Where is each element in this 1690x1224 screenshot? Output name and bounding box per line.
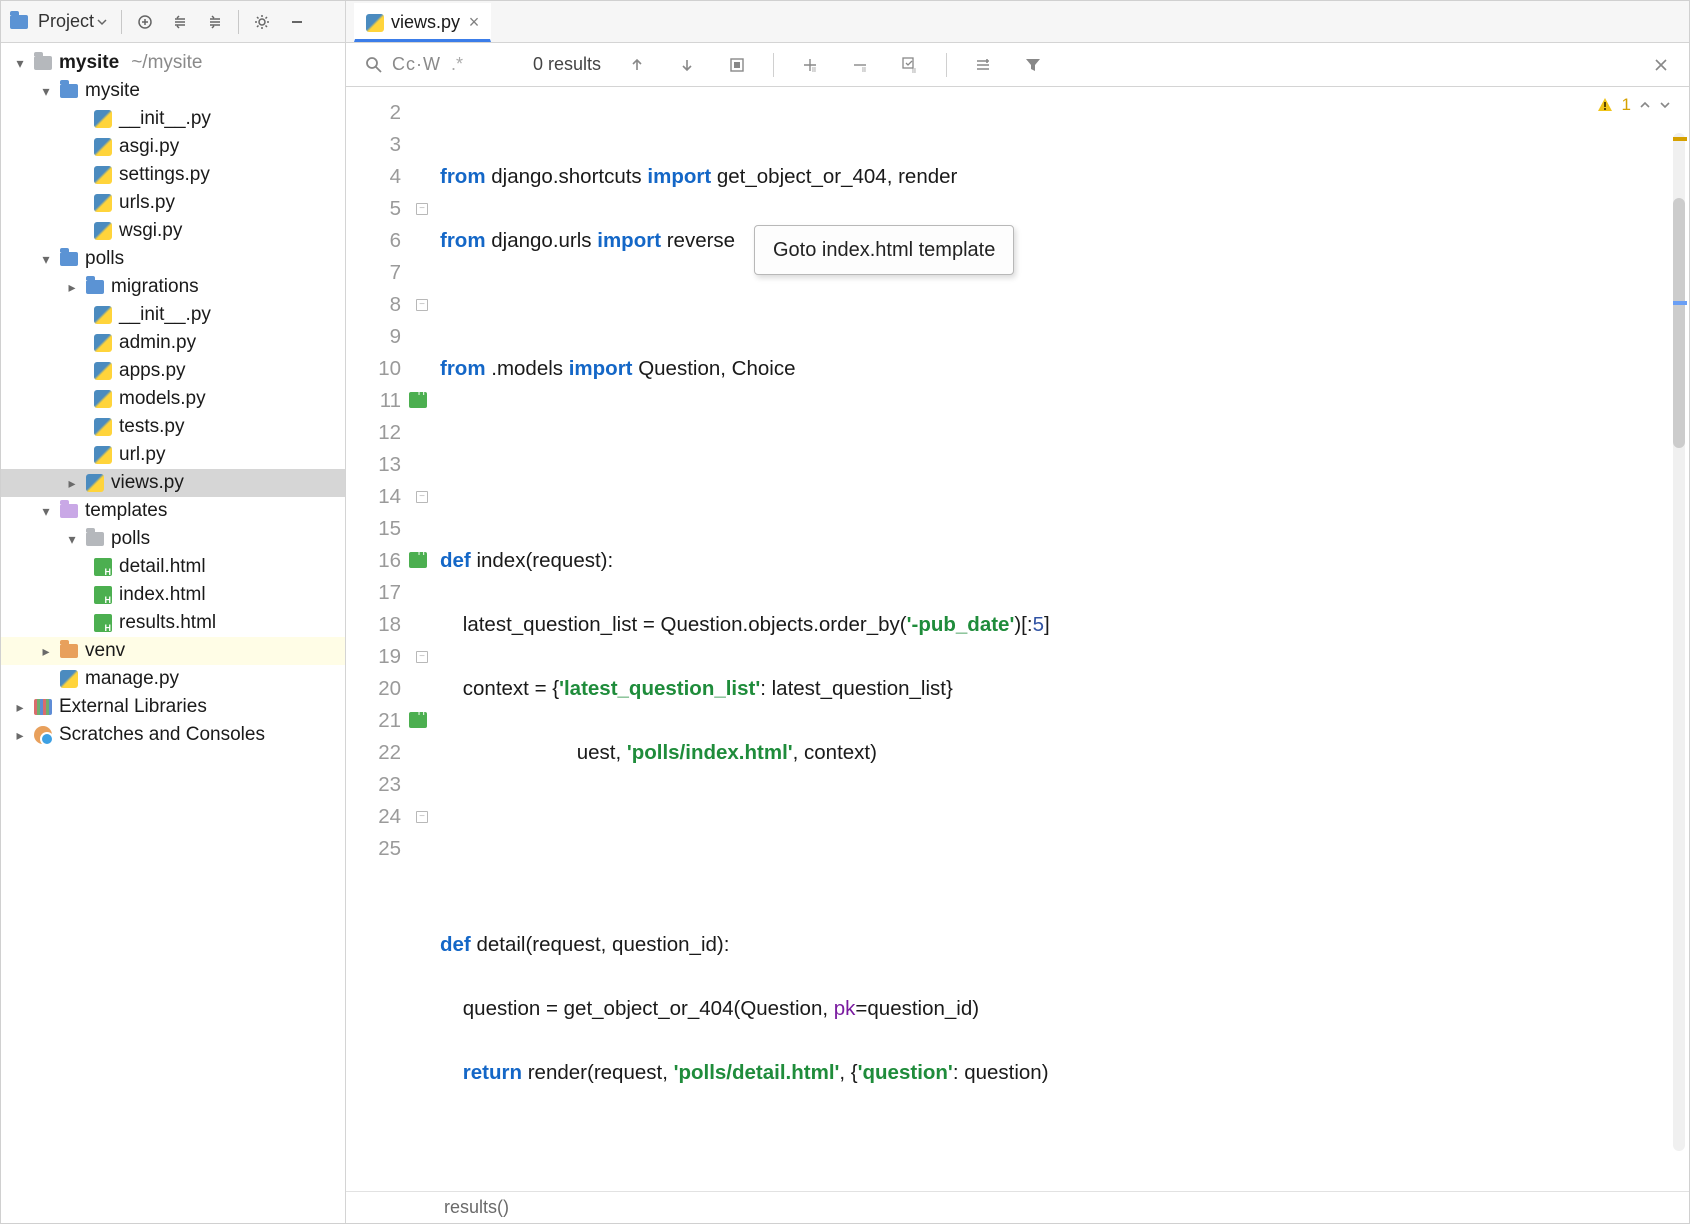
project-icon bbox=[9, 12, 29, 32]
expand-all-button[interactable] bbox=[164, 6, 196, 38]
tree-file[interactable]: index.html bbox=[1, 581, 345, 609]
close-icon bbox=[1653, 57, 1669, 73]
inspections-widget[interactable]: 1 bbox=[1596, 89, 1671, 121]
tree-external-libraries[interactable]: ▸External Libraries bbox=[1, 693, 345, 721]
line-number-gutter: 2 3 4 5 6 7 8 9 10 11 12 13 14 15 16 17 bbox=[346, 87, 410, 1191]
tree-folder-templates-polls[interactable]: ▾polls bbox=[1, 525, 345, 553]
find-close-button[interactable] bbox=[1647, 51, 1675, 79]
tree-folder-polls[interactable]: ▾polls bbox=[1, 245, 345, 273]
tree-file[interactable]: settings.py bbox=[1, 161, 345, 189]
find-modifiers-label: Cc·W bbox=[392, 54, 441, 75]
settings-button[interactable] bbox=[246, 6, 278, 38]
add-selection-button[interactable]: II bbox=[796, 51, 824, 79]
error-stripe-info[interactable] bbox=[1673, 301, 1687, 305]
find-settings-button[interactable] bbox=[969, 51, 997, 79]
filter-icon bbox=[1024, 56, 1042, 74]
template-gutter-icon[interactable] bbox=[409, 712, 427, 728]
tree-file[interactable]: wsgi.py bbox=[1, 217, 345, 245]
regex-indicator: .* bbox=[451, 54, 463, 75]
tree-root-mysite[interactable]: ▾mysite~/mysite bbox=[1, 49, 345, 77]
fold-gutter: − − − − − bbox=[410, 87, 434, 1191]
find-results-count: 0 results bbox=[533, 54, 601, 75]
find-next-button[interactable] bbox=[673, 51, 701, 79]
fold-marker[interactable]: − bbox=[416, 299, 428, 311]
svg-text:II: II bbox=[912, 68, 916, 74]
template-gutter-icon[interactable] bbox=[409, 392, 427, 408]
tree-file[interactable]: detail.html bbox=[1, 553, 345, 581]
tree-folder-mysite[interactable]: ▾mysite bbox=[1, 77, 345, 105]
tree-file[interactable]: urls.py bbox=[1, 189, 345, 217]
fold-marker[interactable]: − bbox=[416, 203, 428, 215]
breadcrumb-bar: results() bbox=[346, 1191, 1689, 1223]
tree-file[interactable]: results.html bbox=[1, 609, 345, 637]
editor-pane: Cc·W .* 0 results II II II bbox=[346, 43, 1689, 1223]
tree-file[interactable]: asgi.py bbox=[1, 133, 345, 161]
top-toolbar: Project views.py × bbox=[1, 1, 1689, 43]
tree-file[interactable]: models.py bbox=[1, 385, 345, 413]
find-prev-button[interactable] bbox=[623, 51, 651, 79]
select-all-icon bbox=[728, 56, 746, 74]
tree-file-manage[interactable]: ▸manage.py bbox=[1, 665, 345, 693]
tree-file[interactable]: __init__.py bbox=[1, 301, 345, 329]
close-tab-button[interactable]: × bbox=[466, 12, 482, 33]
find-filter-button[interactable] bbox=[1019, 51, 1047, 79]
tree-file[interactable]: tests.py bbox=[1, 413, 345, 441]
fold-marker[interactable]: − bbox=[416, 811, 428, 823]
tree-file-views[interactable]: ▸views.py bbox=[1, 469, 345, 497]
chevron-down-icon bbox=[96, 16, 108, 28]
chevron-up-icon[interactable] bbox=[1639, 99, 1651, 111]
error-stripe-warning[interactable] bbox=[1673, 137, 1687, 141]
select-all-occurrences-button[interactable]: II bbox=[896, 51, 924, 79]
fold-marker[interactable]: − bbox=[416, 491, 428, 503]
template-gutter-icon[interactable] bbox=[409, 552, 427, 568]
editor-scrollbar[interactable] bbox=[1673, 133, 1685, 1151]
search-icon bbox=[364, 55, 384, 75]
svg-text:II: II bbox=[812, 67, 816, 74]
arrow-up-icon bbox=[629, 57, 645, 73]
breadcrumb-item[interactable]: results() bbox=[444, 1197, 509, 1218]
goto-template-tooltip[interactable]: Goto index.html template bbox=[754, 225, 1014, 275]
tree-file[interactable]: apps.py bbox=[1, 357, 345, 385]
tree-folder-templates[interactable]: ▾templates bbox=[1, 497, 345, 525]
chevron-down-icon[interactable] bbox=[1659, 99, 1671, 111]
find-toolbar: Cc·W .* 0 results II II II bbox=[346, 43, 1689, 87]
collapse-all-button[interactable] bbox=[199, 6, 231, 38]
tree-folder-venv[interactable]: ▸venv bbox=[1, 637, 345, 665]
fold-marker[interactable]: − bbox=[416, 651, 428, 663]
project-tree[interactable]: ▾mysite~/mysite ▾mysite __init__.py asgi… bbox=[1, 43, 346, 1223]
warning-icon bbox=[1596, 96, 1614, 114]
tab-label: views.py bbox=[391, 12, 460, 33]
tree-scratches[interactable]: ▸Scratches and Consoles bbox=[1, 721, 345, 749]
svg-text:II: II bbox=[862, 67, 866, 74]
code-area[interactable]: 2 3 4 5 6 7 8 9 10 11 12 13 14 15 16 17 bbox=[346, 87, 1689, 1191]
hide-button[interactable] bbox=[281, 6, 313, 38]
code-text[interactable]: from django.shortcuts import get_object_… bbox=[434, 87, 1689, 1191]
remove-selection-button[interactable]: II bbox=[846, 51, 874, 79]
python-file-icon bbox=[365, 13, 385, 33]
editor-tab-views[interactable]: views.py × bbox=[354, 3, 491, 42]
tree-file[interactable]: admin.py bbox=[1, 329, 345, 357]
gear-icon bbox=[253, 13, 271, 31]
find-search-button[interactable] bbox=[360, 51, 388, 79]
project-dropdown[interactable]: Project bbox=[32, 7, 114, 36]
minimize-icon bbox=[289, 14, 305, 30]
tree-file[interactable]: url.py bbox=[1, 441, 345, 469]
tree-folder-migrations[interactable]: ▸migrations bbox=[1, 273, 345, 301]
tree-file[interactable]: __init__.py bbox=[1, 105, 345, 133]
find-select-all-button[interactable] bbox=[723, 51, 751, 79]
arrow-down-icon bbox=[679, 57, 695, 73]
select-opened-file-button[interactable] bbox=[129, 6, 161, 38]
